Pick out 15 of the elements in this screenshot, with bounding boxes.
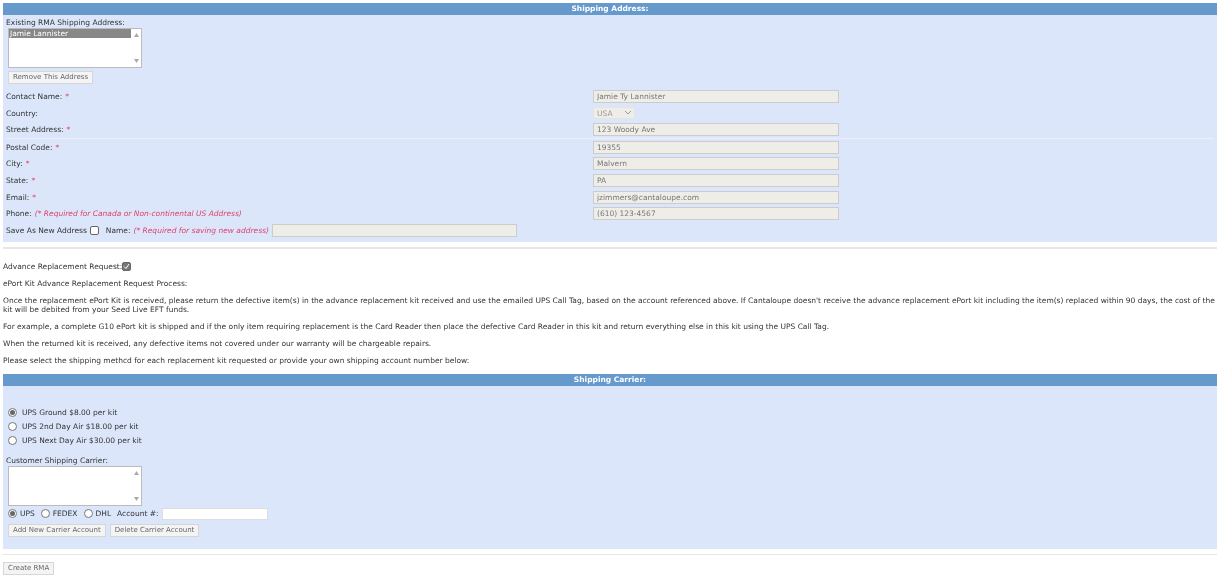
scroll-up-icon[interactable]: [134, 470, 139, 475]
checkbox[interactable]: [89, 225, 99, 235]
radio-button[interactable]: [8, 509, 17, 519]
radio-button[interactable]: [40, 509, 50, 519]
radio-button[interactable]: [83, 509, 93, 519]
scroll-down-icon[interactable]: [134, 59, 139, 63]
radio-button[interactable]: [8, 408, 17, 418]
radio-button[interactable]: [8, 422, 17, 432]
account-field[interactable]: [161, 507, 268, 520]
chevron-down-icon: [625, 111, 631, 116]
checkbox[interactable]: [122, 262, 132, 272]
name-field[interactable]: [271, 223, 517, 237]
scroll-down-icon[interactable]: [134, 496, 139, 501]
radio-button[interactable]: [8, 436, 17, 446]
scroll-up-icon[interactable]: [134, 33, 139, 37]
